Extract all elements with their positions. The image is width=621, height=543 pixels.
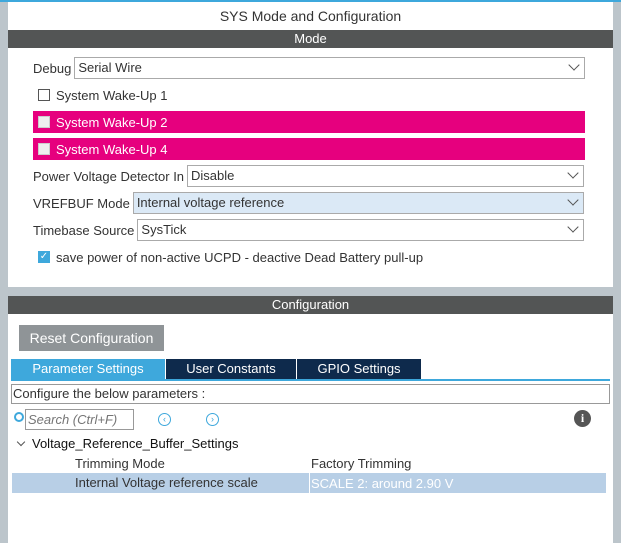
param-name: Internal Voltage reference scale xyxy=(12,473,310,493)
chevron-down-icon xyxy=(567,194,579,206)
pvd-label: Power Voltage Detector In xyxy=(33,168,185,184)
wakeup-2-label: System Wake-Up 2 xyxy=(56,114,168,130)
search-input[interactable] xyxy=(25,409,134,430)
window-title: SYS Mode and Configuration xyxy=(219,8,402,24)
reset-configuration-button[interactable]: Reset Configuration xyxy=(19,325,164,351)
vrefbuf-select[interactable]: Internal voltage reference xyxy=(132,192,584,214)
vrefbuf-value: Internal voltage reference xyxy=(136,195,285,210)
chevron-down-icon xyxy=(567,221,580,233)
wakeup-2-checkbox[interactable] xyxy=(38,116,50,128)
timebase-row: Timebase Source SysTick xyxy=(33,219,585,241)
ucpd-row[interactable]: ✓ save power of non-active UCPD - deacti… xyxy=(38,246,423,268)
wakeup-2-row[interactable]: System Wake-Up 2 xyxy=(33,111,585,133)
param-row[interactable]: Trimming Mode Factory Trimming xyxy=(12,453,606,473)
tab-gpio-settings[interactable]: GPIO Settings xyxy=(297,359,421,379)
mode-header: Mode xyxy=(8,30,613,48)
vrefbuf-row: VREFBUF Mode Internal voltage reference xyxy=(33,192,584,214)
pvd-row: Power Voltage Detector In Disable xyxy=(33,165,585,187)
param-value[interactable]: SCALE 2: around 2.90 V xyxy=(310,476,453,491)
search-icon xyxy=(14,412,24,422)
param-name: Trimming Mode xyxy=(75,455,165,471)
chevron-down-icon xyxy=(16,437,26,446)
tab-parameter-settings[interactable]: Parameter Settings xyxy=(11,359,165,379)
mode-panel: SYS Mode and Configuration Mode Debug Se… xyxy=(8,2,613,287)
wakeup-1-checkbox[interactable] xyxy=(38,89,50,101)
pvd-select[interactable]: Disable xyxy=(187,165,585,187)
timebase-label: Timebase Source xyxy=(33,222,135,238)
ucpd-label: save power of non-active UCPD - deactive… xyxy=(56,249,424,265)
configuration-panel: Configuration Reset Configuration Parame… xyxy=(8,296,613,543)
debug-label: Debug xyxy=(33,60,72,76)
configure-text: Configure the below parameters : xyxy=(11,384,610,404)
ucpd-checkbox[interactable]: ✓ xyxy=(38,251,50,263)
group-row[interactable]: Voltage_Reference_Buffer_Settings xyxy=(16,435,238,451)
wakeup-4-label: System Wake-Up 4 xyxy=(56,141,168,157)
pvd-value: Disable xyxy=(191,168,235,183)
previous-icon[interactable]: ‹ xyxy=(158,413,171,426)
wakeup-4-checkbox[interactable] xyxy=(38,143,50,155)
wakeup-1-label: System Wake-Up 1 xyxy=(56,87,168,103)
wakeup-4-row[interactable]: System Wake-Up 4 xyxy=(33,138,585,160)
info-icon[interactable]: i xyxy=(574,410,591,427)
tab-bar: Parameter Settings User Constants GPIO S… xyxy=(11,359,422,379)
param-row-selected[interactable]: Internal Voltage reference scale SCALE 2… xyxy=(12,473,606,493)
configuration-header: Configuration xyxy=(8,296,613,314)
timebase-value: SysTick xyxy=(141,222,187,237)
wakeup-1-row[interactable]: System Wake-Up 1 xyxy=(38,84,168,106)
debug-row: Debug Serial Wire xyxy=(33,57,586,79)
chevron-down-icon xyxy=(567,167,579,179)
timebase-select[interactable]: SysTick xyxy=(137,219,585,241)
debug-select[interactable]: Serial Wire xyxy=(74,57,586,79)
next-icon[interactable]: › xyxy=(206,413,219,426)
tab-underline xyxy=(11,379,610,381)
tab-user-constants[interactable]: User Constants xyxy=(166,359,296,379)
debug-value: Serial Wire xyxy=(78,60,142,75)
group-label: Voltage_Reference_Buffer_Settings xyxy=(32,435,239,451)
chevron-down-icon xyxy=(568,59,580,71)
param-value: Factory Trimming xyxy=(311,455,412,471)
vrefbuf-label: VREFBUF Mode xyxy=(33,195,130,211)
